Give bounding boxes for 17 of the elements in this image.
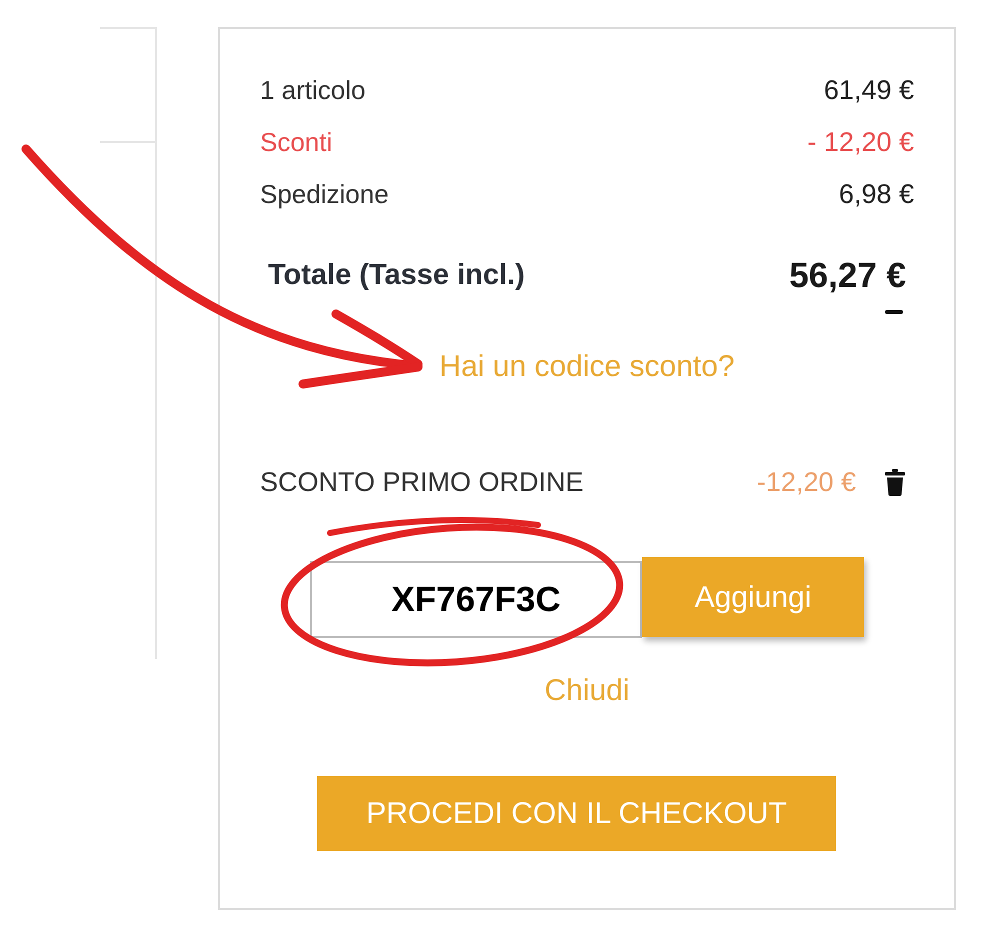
code-input[interactable]: XF767F3C xyxy=(310,561,642,638)
line-item-price: 6,98 € xyxy=(838,178,914,211)
trash-icon[interactable] xyxy=(885,468,905,496)
coupon-name: SCONTO PRIMO ORDINE xyxy=(260,466,584,499)
underline-mark xyxy=(885,310,903,314)
checkout-button[interactable]: PROCEDI CON IL CHECKOUT xyxy=(317,776,836,851)
line-item-price: - 12,20 € xyxy=(807,126,914,159)
close-link[interactable]: Chiudi xyxy=(544,673,630,709)
line-item-price: 61,49 € xyxy=(824,74,914,107)
total-price: 56,27 € xyxy=(789,254,906,297)
discount-code-link[interactable]: Hai un codice sconto? xyxy=(439,350,735,384)
line-item-label: Sconti xyxy=(260,126,332,158)
total-label: Totale (Tasse incl.) xyxy=(268,258,525,294)
add-button[interactable]: Aggiungi xyxy=(642,557,864,637)
coupon-amount: -12,20 € xyxy=(756,466,856,499)
line-item-label: 1 articolo xyxy=(260,74,366,106)
line-item-label: Spedizione xyxy=(260,178,389,210)
